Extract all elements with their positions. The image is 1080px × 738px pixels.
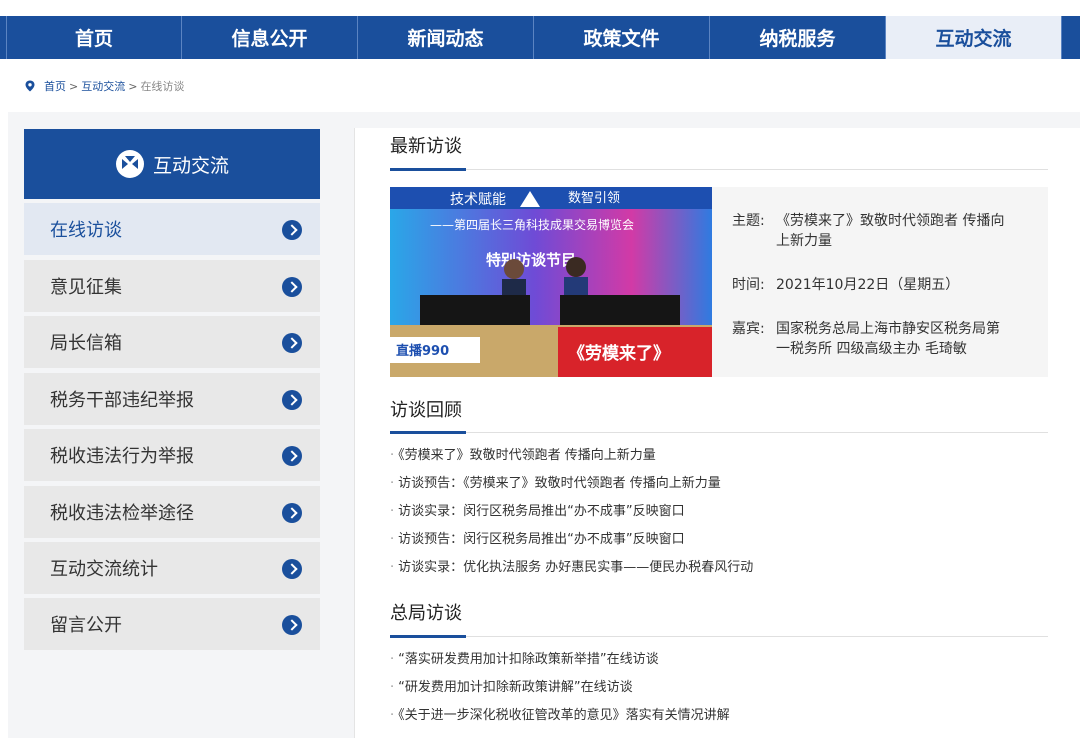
guest-value: 国家税务总局上海市静安区税务局第一税务所 四级高级主办 毛琦敏 bbox=[776, 321, 1000, 357]
section-divider bbox=[390, 635, 1048, 638]
nav-home[interactable]: 首页 bbox=[6, 16, 182, 59]
hq-list: “落实研发费用加计扣除政策新举措”在线访谈 “研发费用加计扣除新政策讲解”在线访… bbox=[390, 646, 730, 730]
top-strip bbox=[0, 0, 1080, 16]
chevron-right-icon bbox=[282, 220, 302, 240]
breadcrumb-section-link[interactable]: 互动交流 bbox=[81, 78, 125, 94]
time-label: 时间: bbox=[732, 277, 765, 293]
list-item[interactable]: “研发费用加计扣除新政策讲解”在线访谈 bbox=[390, 674, 730, 702]
main-nav: 首页 信息公开 新闻动态 政策文件 纳税服务 互动交流 bbox=[0, 16, 1080, 59]
topic-link[interactable]: 《劳模来了》致敬时代领跑者 传播向上新力量 bbox=[776, 211, 1006, 251]
section-divider bbox=[390, 168, 1048, 171]
breadcrumb-current: 在线访谈 bbox=[140, 80, 185, 93]
chevron-right-icon bbox=[282, 333, 302, 353]
sidebar-item-label: 局长信箱 bbox=[50, 333, 122, 354]
sidebar-item-public-messages[interactable]: 留言公开 bbox=[24, 598, 320, 650]
interaction-logo-icon bbox=[115, 150, 144, 178]
sidebar-item-label: 互动交流统计 bbox=[50, 559, 158, 580]
nav-filler bbox=[1062, 16, 1080, 59]
nav-tax-service[interactable]: 纳税服务 bbox=[710, 16, 886, 59]
breadcrumb-separator: > bbox=[69, 79, 79, 93]
chevron-right-icon bbox=[282, 390, 302, 410]
chevron-right-icon bbox=[282, 277, 302, 297]
topic-label: 主题: bbox=[732, 213, 765, 229]
hq-interview-heading: 总局访谈 bbox=[390, 603, 462, 624]
review-heading: 访谈回顾 bbox=[390, 400, 462, 421]
sidebar-item-label: 税收违法检举途径 bbox=[50, 503, 194, 524]
chevron-right-icon bbox=[282, 615, 302, 635]
sidebar-item-opinion-collection[interactable]: 意见征集 bbox=[24, 260, 320, 312]
nav-news[interactable]: 新闻动态 bbox=[358, 16, 534, 59]
banner-text: 特别访谈节目 bbox=[486, 251, 576, 269]
sidebar-item-cadre-discipline-report[interactable]: 税务干部违纪举报 bbox=[24, 373, 320, 425]
list-item[interactable]: “落实研发费用加计扣除政策新举措”在线访谈 bbox=[390, 646, 730, 674]
nav-info-disclosure[interactable]: 信息公开 bbox=[182, 16, 358, 59]
location-pin-icon bbox=[25, 80, 35, 92]
review-list: 《劳模来了》致敬时代领跑者 传播向上新力量 访谈预告：《劳模来了》致敬时代领跑者… bbox=[390, 442, 753, 582]
breadcrumb: 首页 > 互动交流 > 在线访谈 bbox=[24, 78, 184, 94]
sidebar-item-director-mailbox[interactable]: 局长信箱 bbox=[24, 316, 320, 368]
banner-text: ——第四届长三角科技成果交易博览会 bbox=[430, 217, 634, 232]
chevron-right-icon bbox=[282, 503, 302, 523]
sidebar-title-label: 互动交流 bbox=[152, 154, 229, 177]
channel-badge: 直播990 bbox=[396, 343, 449, 359]
list-item[interactable]: 《劳模来了》致敬时代领跑者 传播向上新力量 bbox=[390, 442, 753, 470]
list-item[interactable]: 访谈实录：优化执法服务 办好惠民实事——便民办税春风行动 bbox=[390, 554, 753, 582]
chevron-right-icon bbox=[282, 446, 302, 466]
sidebar-item-label: 在线访谈 bbox=[50, 220, 122, 241]
banner-text: 技术赋能 bbox=[450, 192, 506, 208]
guest-label: 嘉宾: bbox=[732, 321, 765, 337]
section-underline bbox=[390, 431, 466, 434]
guest-row: 嘉宾: 国家税务总局上海市静安区税务局第一税务所 四级高级主办 毛琦敏 bbox=[732, 319, 1006, 359]
time-value: 2021年10月22日（星期五） bbox=[776, 277, 960, 293]
breadcrumb-separator: > bbox=[128, 79, 138, 93]
banner-text: 数智引领 bbox=[568, 191, 620, 206]
sidebar-title: 互动交流 bbox=[24, 129, 320, 199]
nav-interaction[interactable]: 互动交流 bbox=[886, 16, 1062, 59]
interview-photo[interactable]: 技术赋能 数智引领 ——第四届长三角科技成果交易博览会 特别访谈节目 直播990… bbox=[390, 187, 712, 377]
sidebar-item-label: 税收违法行为举报 bbox=[50, 446, 194, 467]
list-item[interactable]: 《关于进一步深化税收征管改革的意见》落实有关情况讲解 bbox=[390, 702, 730, 730]
section-divider bbox=[390, 431, 1048, 434]
desk-sign-text: 《劳模来了》 bbox=[568, 343, 670, 364]
latest-interview-heading: 最新访谈 bbox=[390, 136, 462, 157]
section-underline bbox=[390, 635, 466, 638]
time-row: 时间: 2021年10月22日（星期五） bbox=[732, 275, 1006, 295]
chevron-right-icon bbox=[282, 559, 302, 579]
breadcrumb-home-link[interactable]: 首页 bbox=[44, 78, 66, 94]
list-item[interactable]: 访谈实录：闵行区税务局推出“办不成事”反映窗口 bbox=[390, 498, 753, 526]
list-item[interactable]: 访谈预告：闵行区税务局推出“办不成事”反映窗口 bbox=[390, 526, 753, 554]
sidebar-item-interaction-stats[interactable]: 互动交流统计 bbox=[24, 542, 320, 594]
section-underline bbox=[390, 168, 466, 171]
list-item[interactable]: 访谈预告：《劳模来了》致敬时代领跑者 传播向上新力量 bbox=[390, 470, 753, 498]
sidebar-item-label: 留言公开 bbox=[50, 615, 122, 636]
latest-interview-card[interactable]: 技术赋能 数智引领 ——第四届长三角科技成果交易博览会 特别访谈节目 直播990… bbox=[390, 187, 1048, 377]
sidebar-item-label: 税务干部违纪举报 bbox=[50, 390, 194, 411]
nav-policy[interactable]: 政策文件 bbox=[534, 16, 710, 59]
topic-row: 主题: 《劳模来了》致敬时代领跑者 传播向上新力量 bbox=[732, 211, 1006, 251]
interview-photo-image: 技术赋能 数智引领 ——第四届长三角科技成果交易博览会 特别访谈节目 直播990… bbox=[390, 187, 712, 377]
sidebar-item-label: 意见征集 bbox=[50, 277, 122, 298]
sidebar-item-tax-violation-report[interactable]: 税收违法行为举报 bbox=[24, 429, 320, 481]
sidebar-item-report-channels[interactable]: 税收违法检举途径 bbox=[24, 486, 320, 538]
sidebar-item-online-interview[interactable]: 在线访谈 bbox=[24, 203, 320, 255]
